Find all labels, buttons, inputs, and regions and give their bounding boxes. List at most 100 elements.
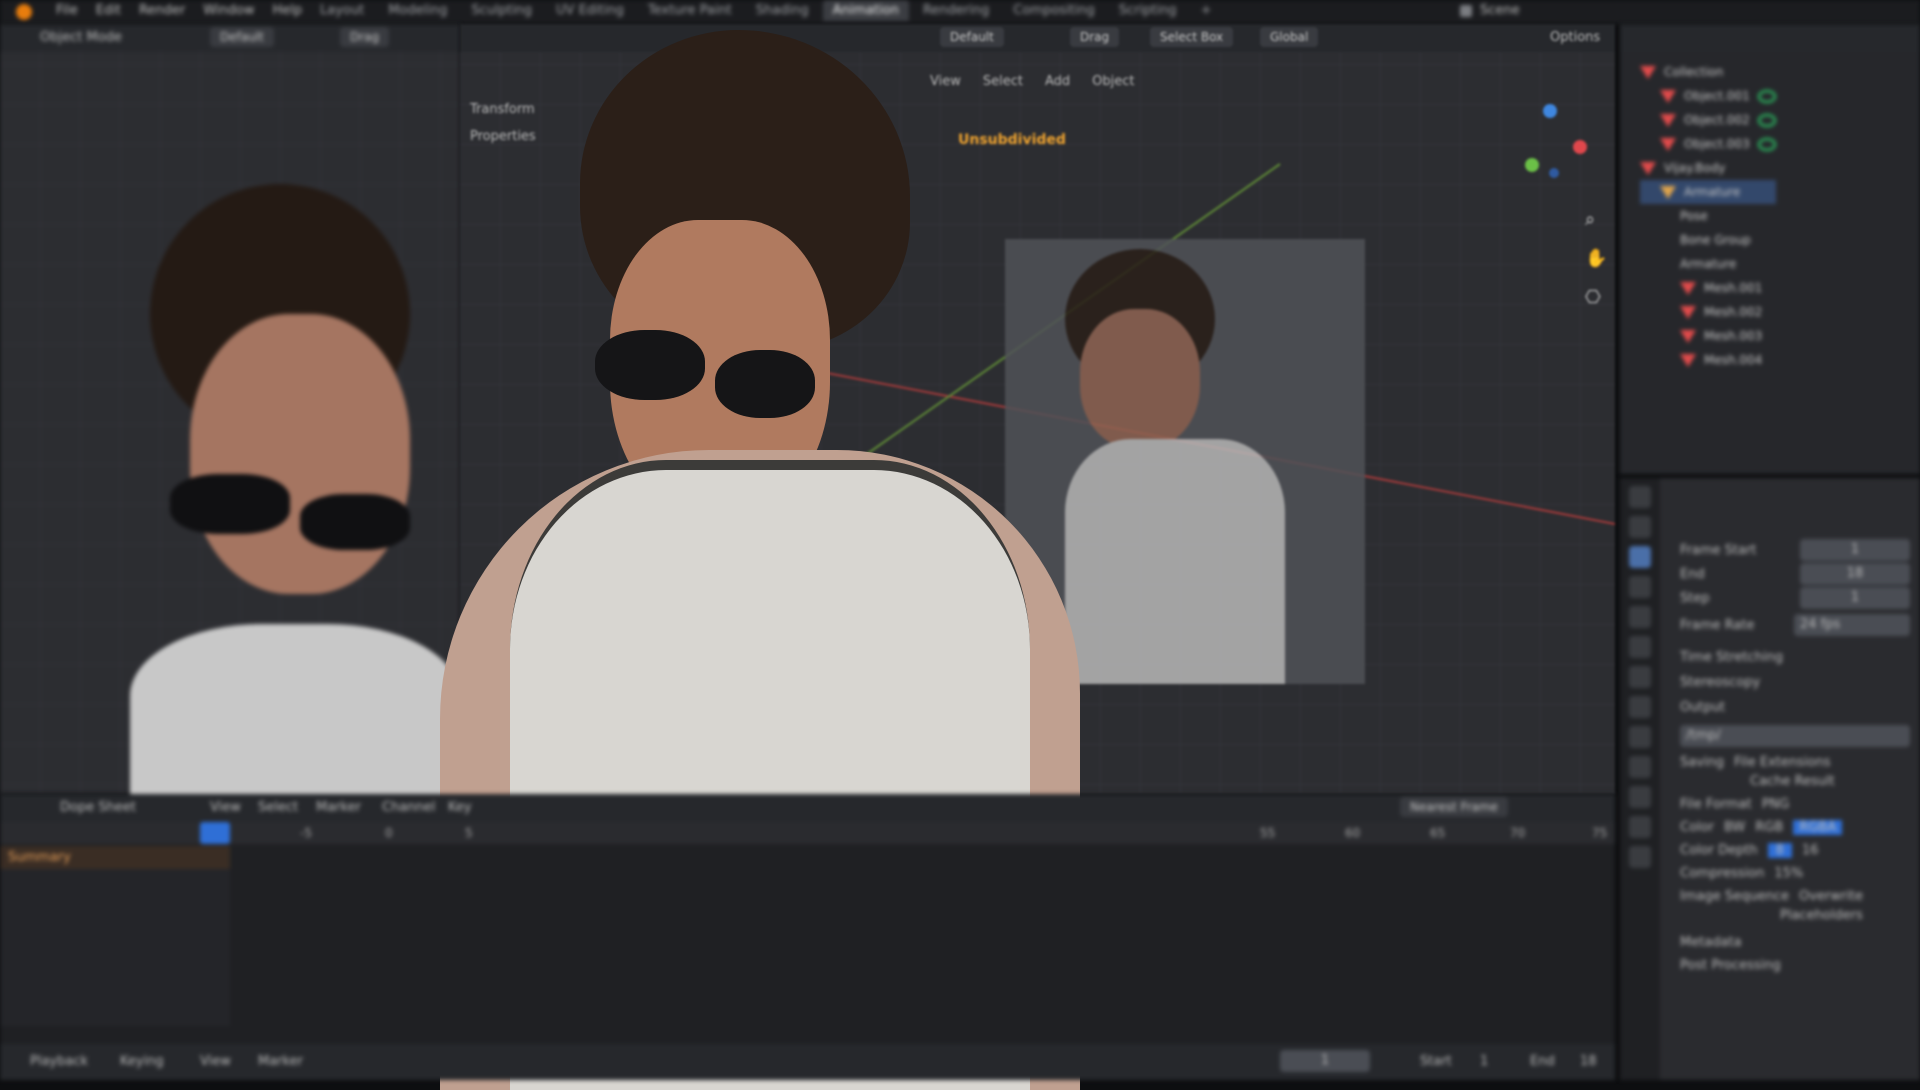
time-stretching-section[interactable]: Time Stretching	[1680, 640, 1910, 665]
compression-slider[interactable]: 15%	[1774, 866, 1803, 881]
frame-step-field[interactable]: 1	[1800, 587, 1910, 609]
menu-edit[interactable]: Edit	[96, 3, 121, 18]
blender-logo-icon[interactable]	[0, 0, 48, 24]
menu-channel[interactable]: Channel	[382, 800, 435, 815]
left-drag-dropdown[interactable]: Drag	[340, 27, 390, 47]
frame-rate-dropdown[interactable]: 24 fps	[1794, 614, 1910, 636]
menu-marker[interactable]: Marker	[316, 800, 361, 815]
constraints-tab-icon[interactable]	[1629, 786, 1651, 808]
playback-menu[interactable]: Playback	[30, 1054, 88, 1069]
output-section[interactable]: Output	[1680, 690, 1910, 715]
navigation-gizmo[interactable]	[1505, 104, 1595, 194]
editor-type-dropdown[interactable]: Dope Sheet	[60, 800, 136, 815]
tab-modeling[interactable]: Modeling	[378, 0, 457, 21]
tab-texture-paint[interactable]: Texture Paint	[638, 0, 742, 21]
tool-tab-icon[interactable]	[1629, 486, 1651, 508]
object-tab-icon[interactable]	[1629, 666, 1651, 688]
particles-tab-icon[interactable]	[1629, 726, 1651, 748]
summary-channel[interactable]: Summary	[0, 846, 230, 869]
physics-tab-icon[interactable]	[1629, 756, 1651, 778]
outliner-row[interactable]: Bone Group	[1640, 228, 1776, 252]
outliner-row[interactable]: Armature	[1640, 252, 1776, 276]
start-field[interactable]: 1	[1480, 1054, 1488, 1069]
outliner-row[interactable]: Object.003	[1640, 132, 1776, 156]
neg-z-axis-icon[interactable]	[1549, 168, 1559, 178]
color-bw-button[interactable]: BW	[1724, 820, 1745, 835]
menu-file[interactable]: File	[56, 3, 78, 18]
pan-hand-icon[interactable]: ✋	[1585, 248, 1607, 269]
outliner-row[interactable]: Object.001	[1640, 84, 1776, 108]
frame-end-field[interactable]: 18	[1800, 563, 1910, 585]
outliner-row[interactable]: Mesh.001	[1640, 276, 1776, 300]
post-processing-section[interactable]: Post Processing	[1680, 950, 1910, 973]
z-axis-icon[interactable]	[1543, 104, 1557, 118]
material-tab-icon[interactable]	[1629, 846, 1651, 868]
menu-select[interactable]: Select	[258, 800, 298, 815]
world-tab-icon[interactable]	[1629, 636, 1651, 658]
keying-menu[interactable]: Keying	[120, 1054, 164, 1069]
tab-shading[interactable]: Shading	[746, 0, 819, 21]
visibility-icon[interactable]	[1757, 137, 1776, 151]
outliner-row[interactable]: Mesh.004	[1640, 348, 1776, 372]
mesh-icon	[1660, 89, 1676, 103]
outliner-row-selected[interactable]: Armature	[1640, 180, 1776, 204]
camera-icon[interactable]: ⎔	[1585, 287, 1607, 308]
left-editor-type[interactable]: Object Mode	[40, 30, 122, 45]
tab-layout[interactable]: Layout	[310, 0, 374, 21]
marker-menu[interactable]: Marker	[258, 1054, 303, 1069]
add-workspace-icon[interactable]: +	[1191, 0, 1222, 21]
tab-sculpting[interactable]: Sculpting	[461, 0, 542, 21]
data-tab-icon[interactable]	[1629, 816, 1651, 838]
color-rgb-button[interactable]: RGB	[1755, 820, 1783, 835]
left-viewport[interactable]: Object Mode Default Drag	[0, 24, 460, 804]
menu-window[interactable]: Window	[203, 3, 254, 18]
saving-label: Saving	[1680, 755, 1725, 770]
render-tab-icon[interactable]	[1629, 516, 1651, 538]
overwrite-checkbox[interactable]: Overwrite	[1799, 889, 1863, 904]
outliner-row[interactable]: Mesh.002	[1640, 300, 1776, 324]
view-menu[interactable]: View	[200, 1054, 231, 1069]
snap-mode-dropdown[interactable]: Nearest Frame	[1400, 797, 1508, 817]
outliner-row[interactable]: Pose	[1640, 204, 1776, 228]
color-depth-8-button[interactable]: 8	[1767, 843, 1792, 858]
file-format-dropdown[interactable]: PNG	[1762, 797, 1790, 812]
dope-sheet[interactable]: Dope Sheet View Select Marker Channel Ke…	[0, 794, 1615, 1080]
outliner-row[interactable]: Object.002	[1640, 108, 1776, 132]
end-field[interactable]: 18	[1580, 1054, 1597, 1069]
y-axis-icon[interactable]	[1525, 158, 1539, 172]
current-frame-field[interactable]: 1	[1280, 1050, 1370, 1072]
visibility-icon[interactable]	[1757, 89, 1776, 103]
outliner-row[interactable]: Collection	[1640, 60, 1776, 84]
tab-uv-editing[interactable]: UV Editing	[546, 0, 634, 21]
color-rgba-button[interactable]: RGBA	[1793, 820, 1843, 835]
cache-result-checkbox[interactable]: Cache Result	[1680, 770, 1910, 789]
scene-tab-icon[interactable]	[1629, 606, 1651, 628]
frame-ruler[interactable]: -5 0 5 55 60 65 70 75	[0, 822, 1615, 844]
tab-animation[interactable]: Animation	[822, 0, 909, 21]
view-layer-tab-icon[interactable]	[1629, 576, 1651, 598]
menu-render[interactable]: Render	[139, 3, 185, 18]
modifier-tab-icon[interactable]	[1629, 696, 1651, 718]
frame-start-field[interactable]: 1	[1800, 539, 1910, 561]
menu-view[interactable]: View	[210, 800, 241, 815]
menu-key[interactable]: Key	[448, 800, 472, 815]
file-extensions-checkbox[interactable]: File Extensions	[1734, 755, 1830, 770]
color-depth-16-button[interactable]: 16	[1802, 843, 1819, 858]
x-axis-icon[interactable]	[1573, 140, 1587, 154]
outliner-row[interactable]: Mesh.003	[1640, 324, 1776, 348]
stereoscopy-section[interactable]: Stereoscopy	[1680, 665, 1910, 690]
scene-selector[interactable]: Scene	[1460, 3, 1520, 18]
playhead[interactable]	[200, 822, 230, 844]
placeholders-checkbox[interactable]: Placeholders	[1680, 904, 1910, 923]
tab-compositing[interactable]: Compositing	[1003, 0, 1105, 21]
outliner-row[interactable]: Vijay.Body	[1640, 156, 1776, 180]
metadata-section[interactable]: Metadata	[1680, 923, 1910, 950]
left-orientation-dropdown[interactable]: Default	[210, 27, 274, 47]
visibility-icon[interactable]	[1757, 113, 1776, 127]
menu-help[interactable]: Help	[273, 3, 303, 18]
output-path-field[interactable]: /tmp/	[1680, 725, 1910, 747]
tab-rendering[interactable]: Rendering	[913, 0, 999, 21]
tab-scripting[interactable]: Scripting	[1109, 0, 1187, 21]
output-tab-icon[interactable]	[1629, 546, 1651, 568]
zoom-icon[interactable]: ⌕	[1585, 209, 1607, 230]
